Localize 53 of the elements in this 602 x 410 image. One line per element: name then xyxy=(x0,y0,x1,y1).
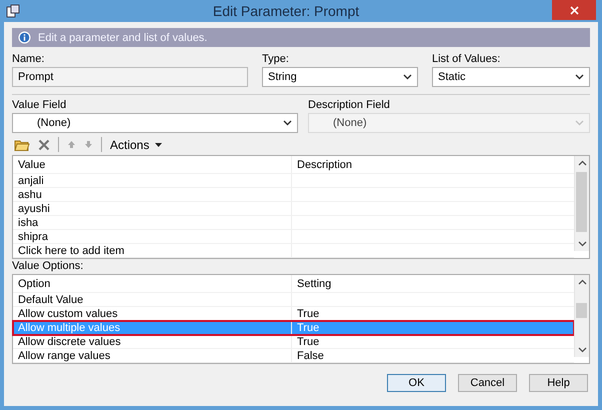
close-button[interactable] xyxy=(552,0,596,20)
table-row[interactable]: Default Value xyxy=(13,293,574,307)
info-icon xyxy=(18,31,31,44)
table-cell-text: Allow multiple values xyxy=(17,321,122,334)
table-row[interactable]: Allow discrete values True xyxy=(13,335,574,349)
dropdown-caret-icon xyxy=(575,74,584,80)
table-cell-text: Allow custom values xyxy=(17,307,119,320)
dialog-button[interactable]: Help xyxy=(529,374,588,392)
table-cell-text: Allow range values xyxy=(17,349,112,362)
info-text: Edit a parameter and list of values. xyxy=(38,32,208,44)
column-header[interactable]: Option xyxy=(13,275,291,292)
field-label: Type: xyxy=(262,53,290,65)
dialog-button[interactable]: Cancel xyxy=(458,374,517,392)
dropdown[interactable]: (None) xyxy=(12,113,298,133)
app-icon xyxy=(6,4,20,18)
move-up-icon[interactable] xyxy=(67,140,76,149)
field-label: Value Field xyxy=(12,99,68,111)
folder-icon[interactable] xyxy=(14,138,30,152)
table-cell-text: isha xyxy=(17,216,40,229)
close-icon xyxy=(570,6,578,14)
table-cell-text: shipra xyxy=(17,230,49,243)
scrollbar[interactable] xyxy=(574,275,589,357)
move-down-icon[interactable] xyxy=(84,140,93,149)
scroll-up-icon[interactable] xyxy=(578,160,586,166)
scroll-down-icon[interactable] xyxy=(578,347,586,353)
dropdown[interactable]: String xyxy=(262,67,418,87)
text-field[interactable]: Prompt xyxy=(12,67,248,87)
dropdown[interactable]: Static xyxy=(432,67,590,87)
delete-icon[interactable] xyxy=(38,138,50,150)
actions-button[interactable]: Actions xyxy=(110,138,162,152)
scroll-thumb[interactable] xyxy=(576,303,587,318)
table-cell-text: Default Value xyxy=(17,293,84,306)
table-cell-text: ashu xyxy=(17,188,43,201)
dropdown-caret-icon xyxy=(283,120,292,126)
scroll-thumb[interactable] xyxy=(576,172,587,232)
field-label: Description Field xyxy=(308,99,391,111)
scrollbar[interactable] xyxy=(574,156,589,251)
table-cell-text: anjali xyxy=(17,174,45,187)
dropdown-caret-icon xyxy=(575,120,584,126)
dialog-button[interactable]: OK xyxy=(387,374,446,392)
table-cell-text: Allow discrete values xyxy=(17,335,122,348)
table-cell-text: Click here to add item xyxy=(17,244,126,257)
field-label: Name: xyxy=(12,53,46,65)
window-title: Edit Parameter: Prompt xyxy=(212,3,360,19)
column-header[interactable]: Value xyxy=(13,156,291,173)
field-label: List of Values: xyxy=(432,53,502,65)
dropdown-caret-icon xyxy=(403,74,412,80)
section-label: Value Options: xyxy=(12,260,84,272)
scroll-down-icon[interactable] xyxy=(578,241,586,247)
caret-icon xyxy=(155,142,162,146)
scroll-up-icon[interactable] xyxy=(578,279,586,285)
table-row[interactable]: Allow range values False xyxy=(13,349,574,363)
table-cell-text: ayushi xyxy=(17,202,51,215)
